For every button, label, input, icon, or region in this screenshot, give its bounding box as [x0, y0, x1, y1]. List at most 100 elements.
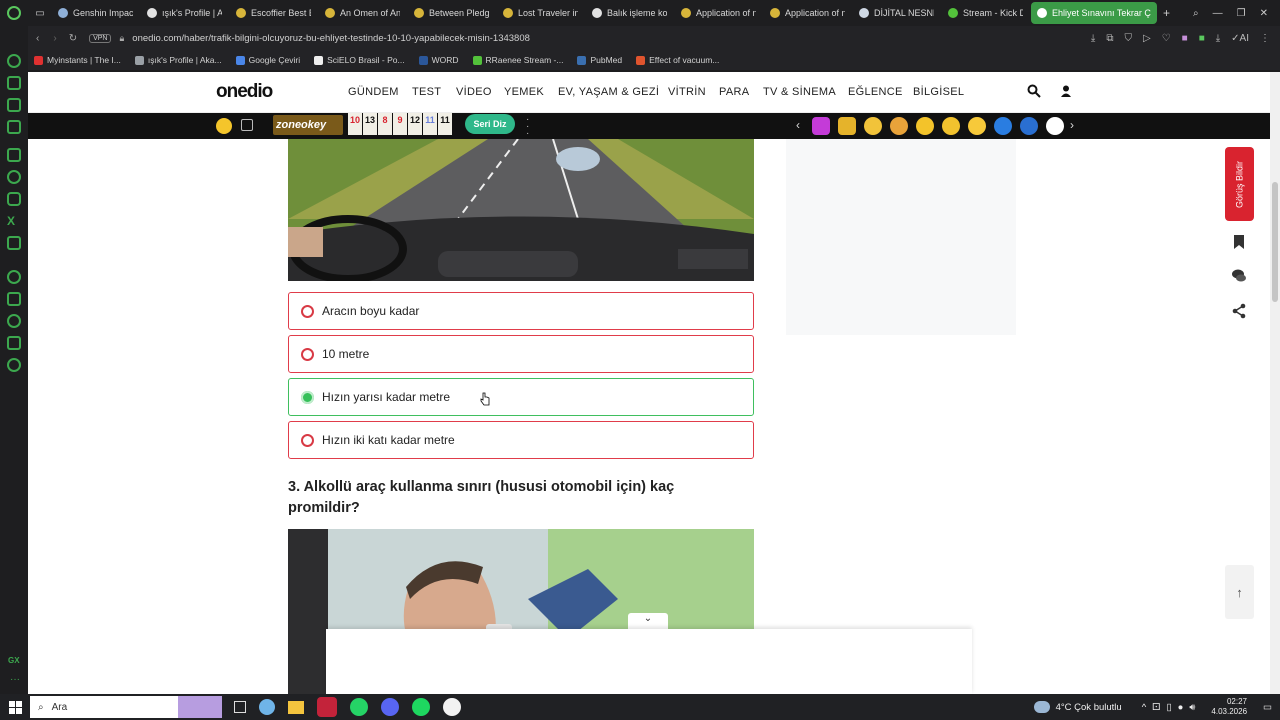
zone-okey-banner[interactable]: zoneokey — [273, 115, 343, 135]
browser-tab[interactable]: Application of n — [764, 2, 851, 24]
tab-list-icon[interactable]: ▭ — [28, 2, 52, 24]
vpn-badge[interactable]: VPN — [89, 33, 112, 43]
sidebar-home-icon[interactable] — [7, 54, 21, 68]
nav-item[interactable]: BİLGİSEL — [913, 86, 964, 98]
sidebar-history-icon[interactable] — [7, 314, 21, 328]
minimize-icon[interactable]: — — [1213, 8, 1223, 19]
tray-volume-icon[interactable]: 🔊︎ — [1189, 702, 1195, 713]
search-icon[interactable] — [1027, 84, 1041, 98]
opera-logo-icon[interactable] — [0, 0, 28, 26]
bookmark-icon[interactable] — [1231, 234, 1247, 250]
reaction-icon-8[interactable] — [994, 117, 1012, 135]
nav-item[interactable]: PARA — [719, 86, 749, 98]
browser-tab[interactable]: Ehliyet Sınavını Tekrar Çö — [1031, 2, 1157, 24]
back-icon[interactable]: ‹ — [36, 33, 39, 44]
comments-icon[interactable] — [1231, 268, 1247, 284]
maximize-icon[interactable]: ❐ — [1237, 8, 1246, 19]
carousel-next-icon[interactable]: › — [1070, 118, 1074, 132]
reaction-icon-7[interactable] — [968, 117, 986, 135]
taskbar-search-box[interactable]: ⌕ Ara — [30, 696, 222, 718]
discord-taskbar-icon[interactable] — [381, 698, 399, 716]
sidebar-gx-icon[interactable] — [7, 98, 21, 112]
answer-option[interactable]: Hızın yarısı kadar metre — [288, 378, 754, 416]
sidebar-twitch-icon[interactable] — [7, 148, 21, 162]
answer-option[interactable]: Hızın iki katı kadar metre — [288, 421, 754, 459]
browser-tab[interactable]: Genshin Impact — [52, 2, 139, 24]
url-field[interactable]: onedio.com/haber/trafik-bilgini-olcuyoru… — [132, 33, 530, 44]
browser-tab[interactable]: Escoffier Best B — [230, 2, 317, 24]
more-dots-icon[interactable]: · · · — [526, 115, 529, 139]
play-icon[interactable]: ▷ — [1143, 33, 1151, 44]
heart-icon[interactable]: ♡ — [1162, 33, 1171, 44]
user-icon[interactable] — [1059, 84, 1073, 98]
profile-icon[interactable]: ■ — [1199, 33, 1205, 44]
game-controller-icon[interactable] — [241, 119, 253, 131]
tray-battery-icon[interactable]: ▯ — [1166, 702, 1171, 713]
sidebar-settings-icon[interactable] — [7, 358, 21, 372]
sidebar-whatsapp-icon[interactable] — [7, 170, 21, 184]
file-explorer-icon[interactable] — [288, 700, 304, 714]
nav-item[interactable]: EĞLENCE — [848, 86, 903, 98]
clock-date[interactable]: 4.03.2026 — [1211, 707, 1247, 717]
close-window-icon[interactable]: ✕ — [1260, 8, 1268, 19]
browser-tab[interactable]: Balık işleme kon — [586, 2, 673, 24]
weather-text[interactable]: 4°C Çok bulutlu — [1056, 702, 1122, 713]
reaction-icon-5[interactable] — [916, 117, 934, 135]
share-icon[interactable] — [1231, 303, 1247, 319]
browser-tab[interactable]: An Omen of An — [319, 2, 406, 24]
sidebar-discord-icon[interactable] — [7, 236, 21, 250]
scrollbar-thumb[interactable] — [1272, 182, 1278, 302]
sidebar-instagram-icon[interactable] — [7, 192, 21, 206]
windows-start-icon[interactable] — [0, 694, 30, 720]
sidebar-more-icon[interactable]: ··· — [10, 674, 20, 685]
nav-item[interactable]: EV, YAŞAM & GEZİ — [558, 86, 659, 98]
sidebar-mod-icon[interactable] — [7, 120, 21, 134]
bookmark-item[interactable]: Google Çeviri — [235, 55, 300, 65]
forward-icon[interactable]: › — [53, 33, 56, 44]
answer-option[interactable]: Aracın boyu kadar — [288, 292, 754, 330]
download-icon[interactable]: ⤓ — [1216, 33, 1220, 44]
clock-time[interactable]: 02:27 — [1227, 697, 1247, 707]
bookmark-item[interactable]: ışık's Profile | Aka... — [134, 55, 222, 65]
whatsapp-taskbar-icon[interactable] — [350, 698, 368, 716]
seri-diz-button[interactable]: Seri Diz — [465, 114, 515, 134]
games-icon[interactable] — [216, 118, 232, 134]
task-view-icon[interactable] — [234, 701, 246, 713]
tray-app-icon[interactable]: ⚀ — [1152, 702, 1160, 713]
page-scrollbar[interactable] — [1270, 72, 1280, 694]
browser-tab[interactable]: ışık's Profile | A — [141, 2, 228, 24]
tray-chevron-icon[interactable]: ^ — [1142, 702, 1146, 713]
notification-icon[interactable]: ▭ — [1263, 702, 1272, 713]
sidebar-x-icon[interactable]: X — [7, 214, 21, 228]
wallet-icon[interactable]: ■ — [1182, 33, 1188, 44]
reaction-icon-10[interactable] — [1046, 117, 1064, 135]
nav-item[interactable]: TV & SİNEMA — [763, 86, 836, 98]
nav-item[interactable]: GÜNDEM — [348, 86, 399, 98]
sidebar-extensions-icon[interactable] — [7, 336, 21, 350]
snapshot-icon[interactable]: ⧉ — [1106, 33, 1113, 44]
bookmark-item[interactable]: Myinstants | The I... — [34, 55, 121, 65]
reload-icon[interactable]: ↻ — [69, 33, 77, 44]
nav-item[interactable]: YEMEK — [504, 86, 544, 98]
browser-tab[interactable]: Between Pledg — [408, 2, 495, 24]
answer-option[interactable]: 10 metre — [288, 335, 754, 373]
opera-gx-taskbar-icon[interactable] — [317, 697, 337, 717]
menu-icon[interactable]: ⋮ — [1260, 33, 1270, 44]
sidebar-gx-corner-icon[interactable]: GX — [8, 656, 20, 665]
site-logo[interactable]: onedio — [216, 81, 273, 103]
sidebar-pin-icon[interactable] — [7, 292, 21, 306]
zone-okey-tiles[interactable]: 10 13 8 9 12 11 11 — [348, 113, 452, 135]
page-action-icon[interactable]: ⤓ — [1091, 33, 1095, 44]
carousel-prev-icon[interactable]: ‹ — [796, 118, 800, 132]
search-tabs-icon[interactable]: ⌕ — [1193, 8, 1199, 19]
bookmark-item[interactable]: PubMed — [577, 55, 622, 65]
tray-mic-icon[interactable]: ● — [1178, 702, 1184, 713]
reaction-icon-2[interactable] — [838, 117, 856, 135]
browser-tab[interactable]: DİJİTAL NESNE — [853, 2, 940, 24]
nav-item[interactable]: VİDEO — [456, 86, 492, 98]
bookmark-item[interactable]: SciELO Brasil - Po... — [314, 55, 405, 65]
ai-icon[interactable]: ✓AI — [1231, 33, 1249, 44]
bookmark-item[interactable]: WORD — [418, 55, 459, 65]
bookmark-item[interactable]: RRaenee Stream -... — [472, 55, 563, 65]
scroll-to-top-button[interactable]: ↑ — [1225, 565, 1254, 619]
